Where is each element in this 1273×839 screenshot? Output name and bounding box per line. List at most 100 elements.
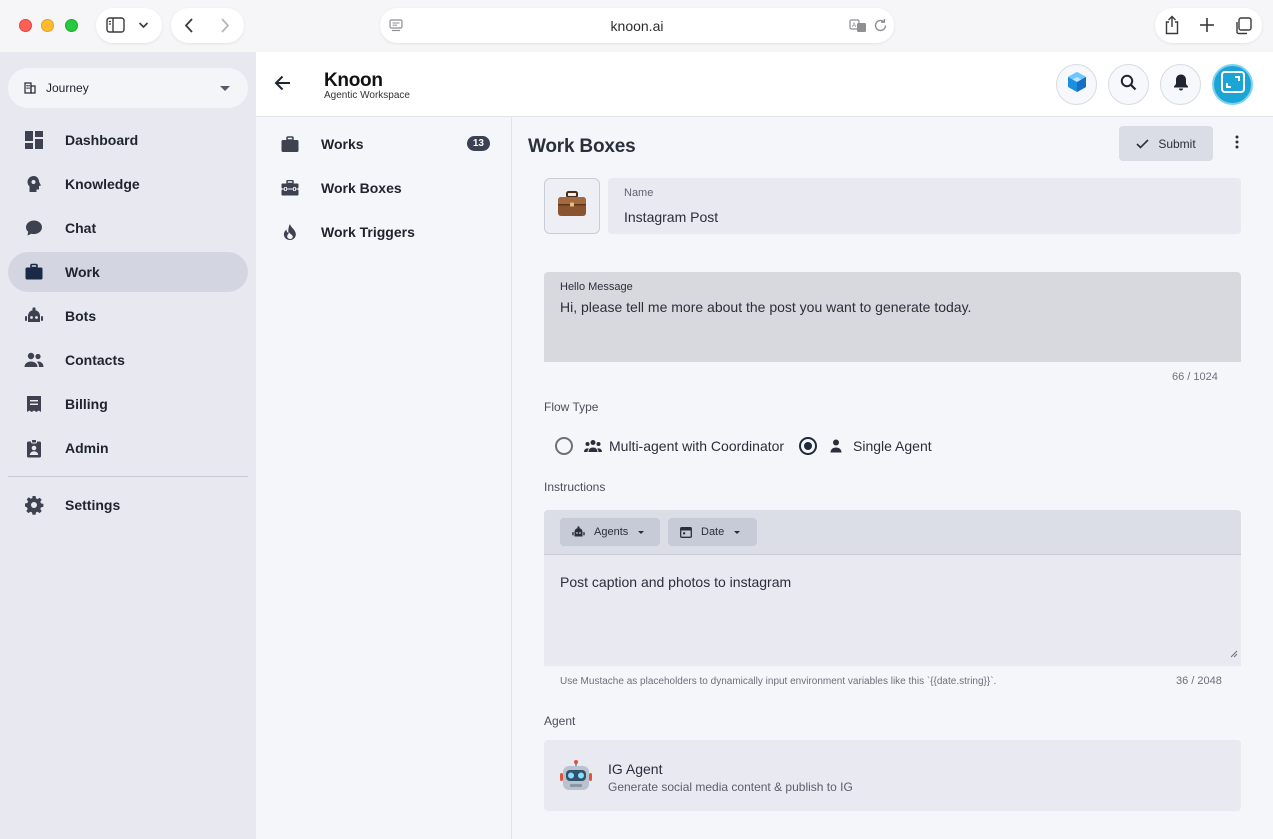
radio-single-agent[interactable]	[799, 437, 817, 455]
chevron-down-icon[interactable]	[138, 20, 149, 30]
receipt-icon	[24, 394, 44, 414]
window-actions-group	[1155, 8, 1262, 43]
agent-description: Generate social media content & publish …	[608, 780, 853, 794]
name-field[interactable]: Name Instagram Post	[608, 178, 1241, 234]
sidebar-item-contacts[interactable]: Contacts	[8, 340, 248, 380]
radio-multi-agent[interactable]	[555, 437, 573, 455]
sidebar-item-label: Bots	[65, 308, 97, 324]
subnav-item-works[interactable]: Works 13	[280, 129, 490, 159]
subnav-item-work-boxes[interactable]: Work Boxes	[280, 173, 490, 203]
calendar-icon	[680, 526, 692, 538]
instructions-toolbar: Agents Date	[544, 510, 1241, 554]
search-icon	[1120, 74, 1137, 96]
agents-chip-label: Agents	[594, 526, 629, 538]
address-bar[interactable]: knoon.ai A	[380, 8, 894, 43]
hello-message-field[interactable]: Hello Message Hi, please tell me more ab…	[544, 272, 1241, 362]
minimize-window-button[interactable]	[41, 19, 54, 32]
sidebar-item-label: Billing	[65, 396, 108, 412]
page-title: Work Boxes	[528, 136, 636, 157]
sidebar-item-knowledge[interactable]: Knowledge	[8, 164, 248, 204]
workspace-select[interactable]: Journey	[8, 68, 248, 108]
translate-icon[interactable]: A	[849, 19, 867, 33]
caret-down-icon	[734, 530, 741, 534]
share-icon[interactable]	[1164, 15, 1180, 35]
history-nav-group	[171, 8, 244, 43]
admin-badge-icon	[24, 438, 44, 458]
more-options-button[interactable]	[1227, 134, 1247, 154]
sidebar-item-chat[interactable]: Chat	[8, 208, 248, 248]
sidebar-item-billing[interactable]: Billing	[8, 384, 248, 424]
works-count-badge: 13	[466, 136, 490, 151]
sidebar-item-dashboard[interactable]: Dashboard	[8, 120, 248, 160]
back-icon[interactable]	[183, 17, 195, 34]
new-tab-icon[interactable]	[1199, 17, 1215, 33]
resize-handle-icon[interactable]	[1230, 645, 1238, 663]
hello-message-label: Hello Message	[560, 281, 633, 293]
sidebar-divider	[8, 476, 248, 477]
brand-name: Knoon	[324, 70, 383, 91]
name-field-label: Name	[624, 187, 654, 199]
sidebar-item-label: Contacts	[65, 352, 125, 368]
sidebar-item-label: Admin	[65, 440, 109, 456]
forward-icon[interactable]	[219, 17, 231, 34]
gear-icon	[24, 495, 44, 515]
hello-message-counter: 66 / 1024	[1172, 371, 1218, 383]
back-arrow-icon[interactable]	[274, 74, 292, 97]
agents-dropdown-chip[interactable]: Agents	[560, 518, 660, 546]
date-dropdown-chip[interactable]: Date	[668, 518, 757, 546]
cube-icon	[1066, 71, 1088, 98]
reload-icon[interactable]	[873, 18, 888, 33]
agent-name: IG Agent	[608, 761, 663, 777]
submit-button[interactable]: Submit	[1119, 126, 1213, 161]
knowledge-icon	[24, 174, 44, 194]
instructions-hint: Use Mustache as placeholders to dynamica…	[560, 676, 997, 687]
url-text: knoon.ai	[610, 17, 664, 34]
brand-subtitle: Agentic Workspace	[324, 90, 410, 101]
main-sidebar: Journey Dashboard Knowledge Chat Work Bo…	[0, 52, 256, 839]
briefcase-icon	[24, 262, 44, 282]
sidebar-item-bots[interactable]: Bots	[8, 296, 248, 336]
sidebar-item-label: Chat	[65, 220, 97, 236]
notifications-button[interactable]	[1160, 64, 1201, 105]
bot-icon	[572, 526, 585, 538]
robot-avatar-icon	[560, 760, 592, 797]
caret-down-icon	[638, 530, 645, 534]
submit-button-label: Submit	[1158, 136, 1196, 151]
briefcase-icon	[280, 134, 300, 154]
flow-type-label: Flow Type	[544, 400, 599, 414]
tab-overview-icon[interactable]	[1234, 17, 1252, 35]
hello-message-value: Hi, please tell me more about the post y…	[560, 299, 972, 315]
radio-multi-agent-label: Multi-agent with Coordinator	[609, 438, 785, 454]
cube-button[interactable]	[1056, 64, 1097, 105]
instructions-textarea[interactable]: Post caption and photos to instagram	[544, 554, 1241, 666]
sidebar-item-admin[interactable]: Admin	[8, 428, 248, 468]
caret-down-icon	[220, 86, 230, 91]
radio-single-agent-label: Single Agent	[853, 438, 932, 454]
building-icon	[24, 82, 36, 94]
dashboard-icon	[24, 130, 44, 150]
page-icon	[389, 19, 403, 32]
work-box-icon-picker[interactable]	[544, 178, 600, 234]
subnav-item-label: Work Boxes	[321, 180, 402, 196]
toolbox-icon	[280, 178, 300, 198]
zoom-window-button[interactable]	[65, 19, 78, 32]
group-icon	[584, 439, 602, 458]
instructions-counter: 36 / 2048	[1176, 675, 1222, 687]
chat-icon	[24, 218, 44, 238]
agent-card[interactable]: IG Agent Generate social media content &…	[544, 740, 1241, 811]
subnav-item-work-triggers[interactable]: Work Triggers	[280, 217, 490, 247]
sidebar-toggle-icon[interactable]	[106, 17, 125, 33]
sidebar-item-settings[interactable]: Settings	[8, 485, 248, 525]
agent-label: Agent	[544, 714, 576, 728]
sidebar-item-label: Dashboard	[65, 132, 139, 148]
instructions-value: Post caption and photos to instagram	[560, 574, 792, 590]
fire-icon	[280, 222, 300, 242]
sidebar-item-work[interactable]: Work	[8, 252, 248, 292]
bell-icon	[1173, 73, 1189, 96]
sidebar-item-label: Work	[65, 264, 100, 280]
search-button[interactable]	[1108, 64, 1149, 105]
close-window-button[interactable]	[19, 19, 32, 32]
sidebar-item-label: Knowledge	[65, 176, 140, 192]
user-avatar[interactable]	[1212, 64, 1253, 105]
app-header: Knoon Agentic Workspace	[256, 52, 1273, 117]
